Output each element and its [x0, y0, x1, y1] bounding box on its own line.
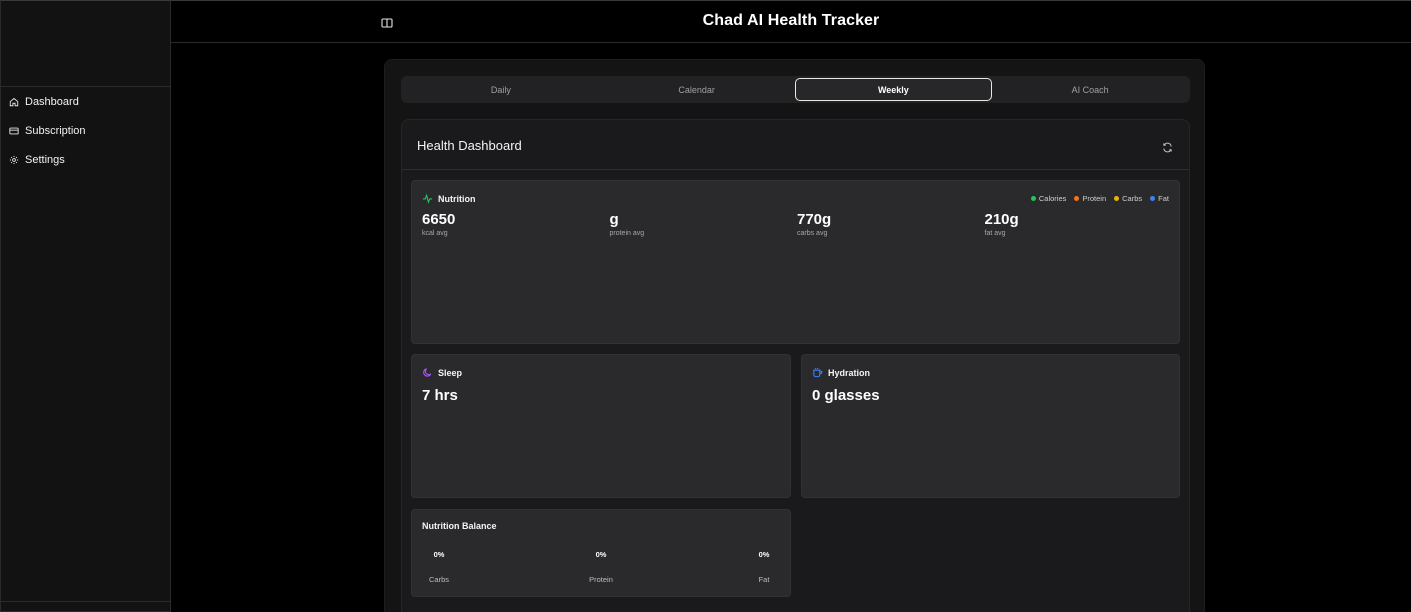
refresh-button[interactable]	[1162, 140, 1173, 153]
legend-dot	[1150, 196, 1156, 201]
nutrition-balance-card: Nutrition Balance 0% Carbs 0% Protein 0%…	[411, 509, 791, 597]
balance-percent: 0%	[758, 550, 770, 559]
legend-dot	[1030, 196, 1036, 201]
sidebar-header	[1, 1, 170, 87]
balance-label: Protein	[589, 575, 613, 584]
stat-calories: 6650 kcal avg	[422, 211, 610, 237]
nutrition-card: Nutrition Calories Protein Carbs Fat 665…	[411, 180, 1180, 344]
legend-dot	[1114, 196, 1120, 201]
view-tabs: Daily Calendar Weekly AI Coach	[401, 76, 1190, 103]
nutrition-title: Nutrition	[438, 193, 476, 204]
moon-icon	[422, 367, 433, 378]
activity-icon	[422, 193, 433, 204]
sidebar-item-label: Settings	[25, 153, 65, 166]
balance-percent: 0%	[595, 550, 607, 559]
legend-fat: Fat	[1150, 194, 1169, 203]
hydration-value: 0 glasses	[812, 387, 880, 404]
hydration-card: Hydration 0 glasses	[801, 354, 1180, 498]
stat-label: protein avg	[609, 230, 645, 237]
nutrition-balance-title: Nutrition Balance	[422, 521, 497, 531]
sidebar-item-dashboard[interactable]: Dashboard	[1, 87, 170, 116]
sleep-card: Sleep 7 hrs	[411, 354, 791, 498]
balance-carbs: 0% Carbs	[409, 550, 469, 584]
cup-icon	[812, 367, 823, 378]
tab-weekly[interactable]: Weekly	[794, 78, 993, 101]
sidebar-item-subscription[interactable]: Subscription	[1, 116, 170, 145]
legend-protein: Protein	[1074, 194, 1106, 203]
app-title: Chad AI Health Tracker	[702, 12, 880, 29]
sidebar-item-label: Subscription	[25, 124, 86, 137]
sidebar-item-settings[interactable]: Settings	[1, 145, 170, 174]
top-bar: Chad AI Health Tracker	[171, 0, 1411, 43]
sidebar-footer-divider	[1, 601, 170, 602]
stat-label: kcal avg	[422, 230, 448, 237]
dashboard-header: Health Dashboard	[402, 120, 1189, 170]
sleep-card-header: Sleep	[422, 367, 462, 378]
tab-ai-coach[interactable]: AI Coach	[992, 78, 1188, 101]
home-icon	[9, 97, 19, 107]
legend-calories: Calories	[1030, 194, 1066, 203]
legend-dot	[1074, 196, 1080, 201]
balance-protein: 0% Protein	[571, 550, 631, 584]
refresh-icon	[1163, 142, 1172, 153]
health-dashboard: Health Dashboard Nutrition Calories Prot…	[401, 119, 1190, 612]
balance-fat: 0% Fat	[734, 550, 794, 584]
stat-value: 210g	[984, 211, 1019, 228]
sidebar-item-label: Dashboard	[25, 95, 79, 108]
main-panel: Daily Calendar Weekly AI Coach Health Da…	[384, 59, 1205, 612]
sidebar: Dashboard Subscription Settings	[0, 0, 171, 612]
nutrition-legend: Calories Protein Carbs Fat	[1030, 194, 1169, 203]
stat-value: g	[609, 211, 619, 228]
gear-icon	[9, 155, 19, 165]
stat-carbs: 770g carbs avg	[797, 211, 985, 237]
stat-fat: 210g fat avg	[985, 211, 1173, 237]
nutrition-card-header: Nutrition	[422, 193, 476, 204]
nutrition-stats: 6650 kcal avg g protein avg 770g carbs a…	[422, 211, 1172, 237]
balance-label: Carbs	[428, 575, 449, 584]
stat-value: 770g	[797, 211, 832, 228]
tab-calendar[interactable]: Calendar	[599, 78, 795, 101]
hydration-card-header: Hydration	[812, 367, 870, 378]
stat-label: carbs avg	[797, 230, 828, 237]
tab-daily[interactable]: Daily	[403, 78, 599, 101]
balance-percent: 0%	[433, 550, 445, 559]
legend-carbs: Carbs	[1114, 194, 1142, 203]
balance-label: Fat	[758, 575, 770, 584]
credit-card-icon	[9, 126, 19, 136]
sleep-value: 7 hrs	[422, 387, 458, 404]
hydration-title: Hydration	[828, 367, 871, 378]
sleep-title: Sleep	[438, 367, 463, 378]
stat-protein: g protein avg	[610, 211, 798, 237]
stat-value: 6650	[422, 211, 456, 228]
stat-label: fat avg	[984, 230, 1006, 237]
dashboard-title: Health Dashboard	[417, 138, 522, 153]
